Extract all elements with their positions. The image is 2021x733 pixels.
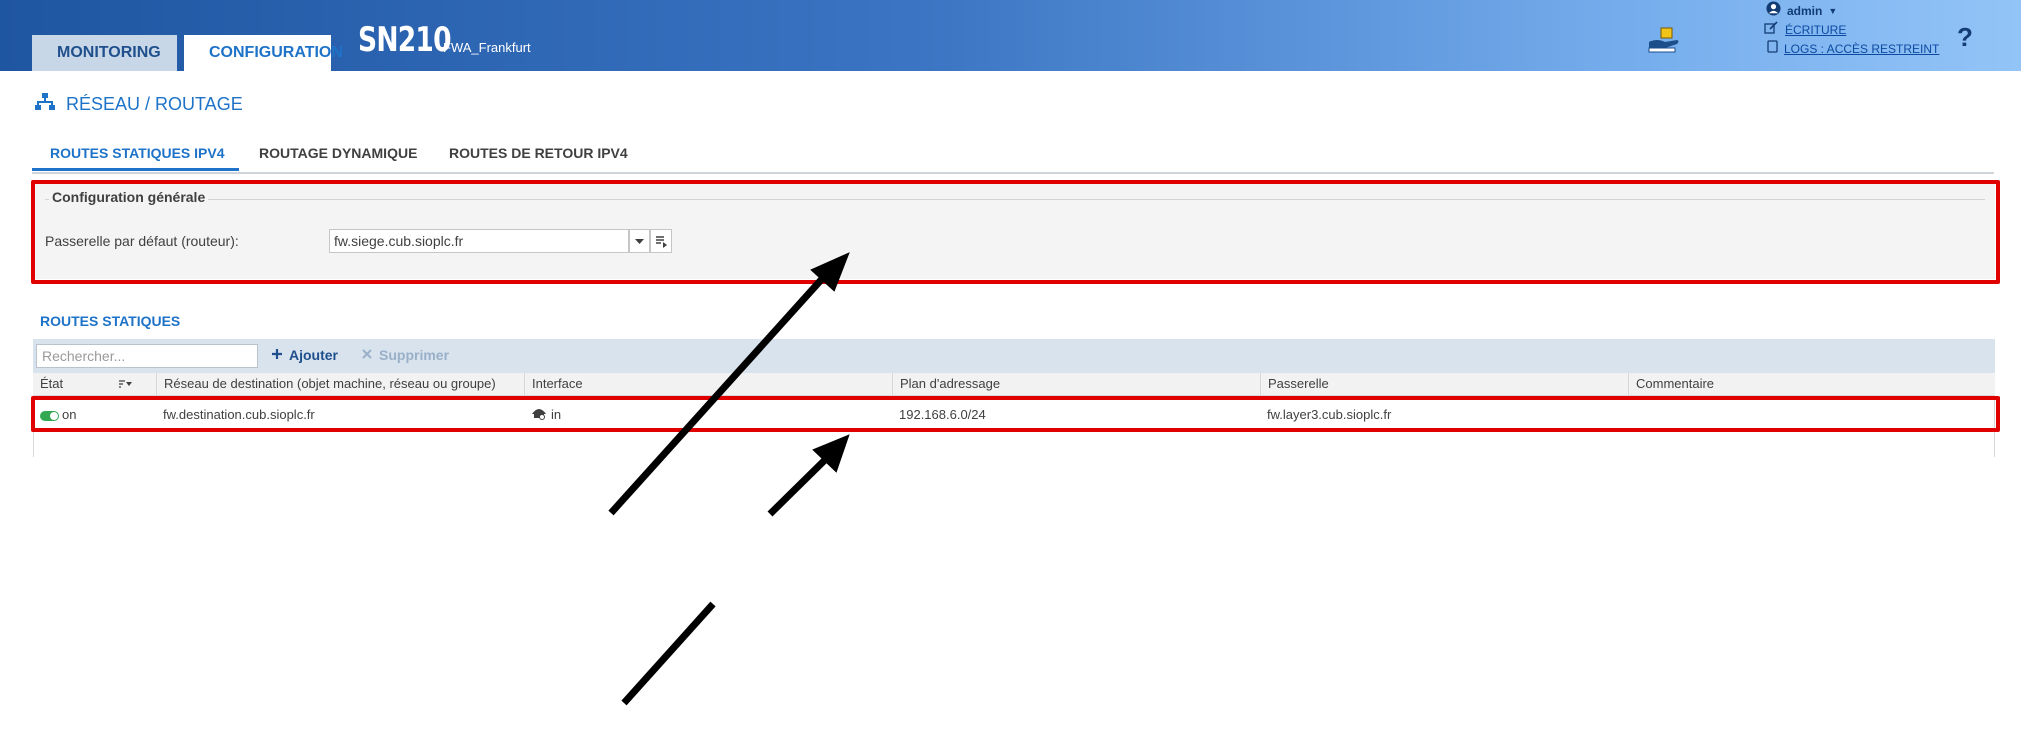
user-icon (1766, 1, 1781, 22)
close-icon (361, 347, 373, 363)
static-routes-title: ROUTES STATIQUES (40, 313, 181, 329)
user-name: admin (1787, 4, 1823, 18)
network-icon (34, 92, 56, 117)
firewall-name: FWA_Frankfurt (443, 40, 531, 55)
page-title: RÉSEAU / ROUTAGE (66, 94, 243, 114)
add-button[interactable]: Ajouter (271, 347, 338, 363)
delete-button[interactable]: Supprimer (361, 347, 449, 363)
breadcrumb: RÉSEAU / ROUTAGE (34, 92, 243, 117)
logs-access[interactable]: LOGS : ACCÈS RESTREINT (1767, 40, 1939, 59)
column-header-state[interactable]: État (33, 373, 156, 395)
tab-monitoring[interactable]: MONITORING (32, 35, 177, 71)
user-menu[interactable]: admin ▼ (1766, 1, 1939, 22)
user-block: admin ▼ ÉCRITURE LOGS : ACCÈS RESTREINT (1764, 1, 1939, 59)
column-header-state-label: État (40, 376, 64, 391)
write-link[interactable]: ÉCRITURE (1785, 21, 1846, 40)
column-header-address-plan[interactable]: Plan d'adressage (892, 373, 1260, 395)
column-header-destination[interactable]: Réseau de destination (objet machine, ré… (156, 373, 524, 395)
routes-toolbar: Ajouter Supprimer (33, 339, 1995, 373)
search-input[interactable] (36, 344, 258, 368)
tab-configuration[interactable]: CONFIGURATION (184, 35, 343, 71)
tab-return-routes-ipv4[interactable]: ROUTES DE RETOUR IPV4 (449, 145, 628, 172)
column-header-comment[interactable]: Commentaire (1628, 373, 1995, 395)
delete-label: Supprimer (379, 347, 450, 363)
tab-bar: ROUTES STATIQUES IPV4 ROUTAGE DYNAMIQUE … (32, 145, 1994, 174)
write-mode[interactable]: ÉCRITURE (1764, 21, 1939, 40)
hand-box-icon[interactable] (1647, 24, 1681, 54)
highlight-box-route-row (31, 396, 2000, 432)
help-button[interactable]: ? (1957, 22, 1973, 53)
device-model: SN210 (358, 20, 452, 60)
chevron-down-icon: ▼ (1828, 6, 1838, 16)
highlight-box-general-config (31, 180, 2000, 284)
column-header-gateway[interactable]: Passerelle (1260, 373, 1628, 395)
add-label: Ajouter (289, 347, 338, 363)
plus-icon (271, 347, 283, 363)
tab-dynamic-routing[interactable]: ROUTAGE DYNAMIQUE (259, 145, 417, 172)
column-header-interface[interactable]: Interface (524, 373, 892, 395)
edit-icon (1764, 21, 1779, 40)
line-annotation (621, 601, 716, 706)
tab-static-routes-ipv4[interactable]: ROUTES STATIQUES IPV4 (32, 145, 239, 171)
routes-grid-header: État Réseau de destination (objet machin… (33, 373, 1995, 396)
logs-link[interactable]: LOGS : ACCÈS RESTREINT (1784, 40, 1939, 59)
document-icon (1767, 40, 1778, 59)
